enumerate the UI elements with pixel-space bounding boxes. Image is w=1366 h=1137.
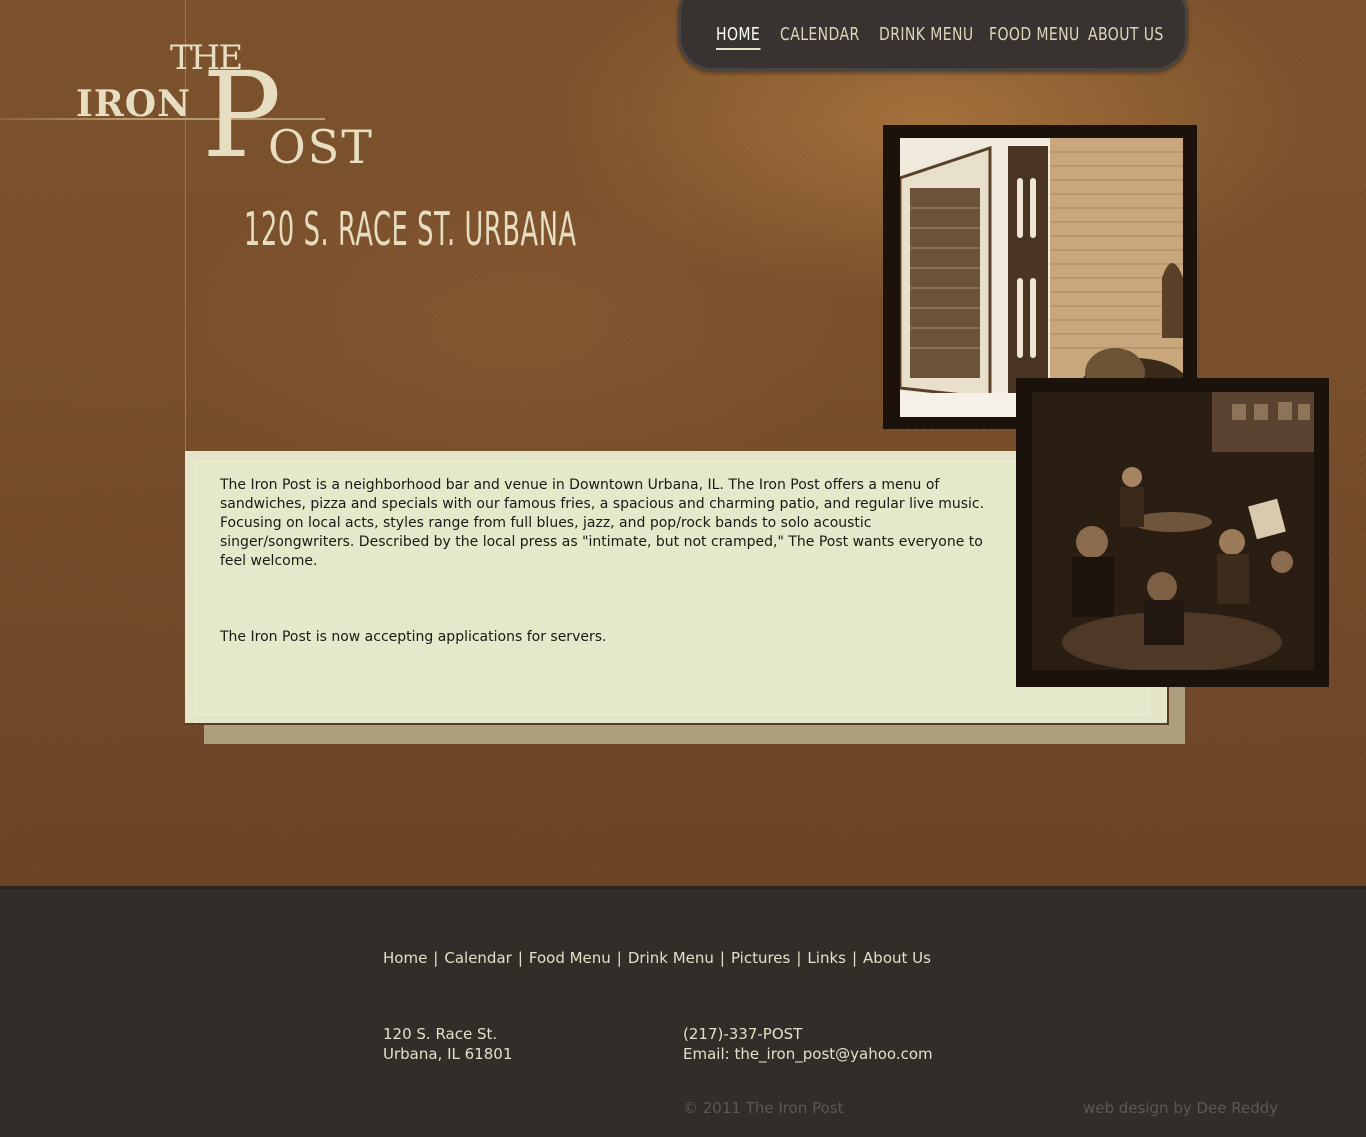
footer-link-drink-menu[interactable]: Drink Menu — [628, 949, 714, 967]
nav-drink-menu[interactable]: DRINK MENU — [879, 24, 974, 45]
photo-building — [900, 138, 1183, 417]
nav-calendar[interactable]: CALENDAR — [780, 24, 860, 45]
photo-bar-interior — [1032, 392, 1314, 670]
footer-link-pictures[interactable]: Pictures — [731, 949, 790, 967]
main-nav: HOME CALENDAR DRINK MENU FOOD MENU ABOUT… — [678, 0, 1188, 71]
site-logo[interactable]: THE IRON P OST — [70, 36, 372, 176]
nav-about-us[interactable]: ABOUT US — [1088, 24, 1164, 45]
footer-phone: (217)-337-POST — [683, 1025, 803, 1043]
intro-paragraph: The Iron Post is a neighborhood bar and … — [220, 477, 985, 569]
logo-iron: IRON — [76, 83, 192, 125]
site-footer: Home | Calendar | Food Menu | Drink Menu | Pictu… — [0, 886, 1366, 1137]
footer-nav: Home | Calendar | Food Menu | Drink Menu | Pictu… — [383, 949, 931, 967]
footer-link-food-menu[interactable]: Food Menu — [529, 949, 611, 967]
footer-separator: | — [796, 949, 802, 967]
content-panel-inner: The Iron Post is a neighborhood bar and … — [195, 461, 1149, 715]
footer-email[interactable]: Email: the_iron_post@yahoo.com — [683, 1044, 933, 1064]
footer-separator: | — [851, 949, 858, 967]
footer-separator: | — [616, 949, 622, 967]
footer-separator: | — [517, 949, 523, 967]
logo-ost: OST — [268, 120, 374, 174]
footer-link-about-us[interactable]: About Us — [863, 949, 931, 967]
footer-copyright: © 2011 The Iron Post — [683, 1099, 844, 1117]
footer-credit[interactable]: web design by Dee Reddy — [1083, 1099, 1278, 1117]
hiring-notice: The Iron Post is now accepting applicati… — [220, 629, 607, 645]
footer-address-line2: Urbana, IL 61801 — [383, 1045, 513, 1063]
footer-link-links[interactable]: Links — [807, 949, 846, 967]
nav-home[interactable]: HOME — [716, 24, 761, 50]
address-heading: 120 S. RACE ST. URBANA — [244, 202, 577, 256]
photo-bar-frame — [1016, 378, 1329, 687]
footer-separator: | — [433, 949, 439, 967]
footer-link-calendar[interactable]: Calendar — [444, 949, 511, 967]
footer-link-home[interactable]: Home — [383, 949, 427, 967]
footer-address-line1: 120 S. Race St. — [383, 1025, 498, 1043]
footer-separator: | — [719, 949, 725, 967]
nav-food-menu[interactable]: FOOD MENU — [989, 24, 1080, 45]
